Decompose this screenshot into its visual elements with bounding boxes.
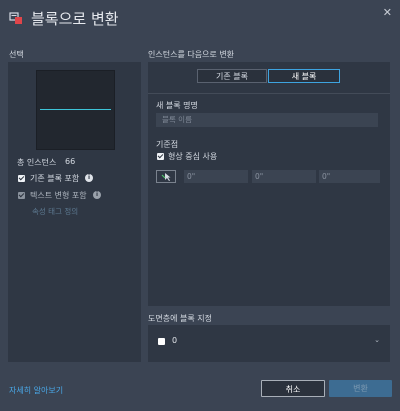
- convert-panel: 기존 블록 새 블록 새 블록 명명 블록 이름 기준점 형상 중심 사용 0"…: [148, 62, 390, 306]
- selection-panel: 총 인스턴스 66 기존 블록 포함 i 텍스트 변형 포함 i 속성 태그 정…: [8, 62, 141, 362]
- include-existing-blocks-label: 기존 블록 포함: [30, 174, 80, 183]
- info-icon[interactable]: i: [85, 174, 93, 182]
- pick-point-button[interactable]: [156, 170, 176, 183]
- layer-dropdown[interactable]: 0 ⌄: [155, 333, 383, 351]
- selection-label: 선택: [9, 50, 24, 59]
- chevron-down-icon: ⌄: [374, 336, 380, 344]
- convert-button[interactable]: 변환: [329, 380, 392, 397]
- info-icon[interactable]: i: [93, 191, 101, 199]
- layer-value: 0: [172, 336, 178, 345]
- learn-more-link[interactable]: 자세히 알아보기: [9, 385, 63, 396]
- use-geometry-center-label: 형상 중심 사용: [168, 152, 218, 161]
- include-text-conversion-label: 텍스트 변형 포함: [30, 191, 87, 200]
- tab-existing-block[interactable]: 기존 블록: [197, 69, 267, 83]
- divider: [148, 93, 390, 94]
- base-point-y-input[interactable]: 0": [252, 170, 316, 183]
- use-geometry-center-checkbox[interactable]: [157, 153, 164, 160]
- layer-color-swatch: [158, 338, 165, 345]
- tab-new-block[interactable]: 새 블록: [268, 69, 340, 83]
- base-point-x-input[interactable]: 0": [184, 170, 248, 183]
- block-name-label: 새 블록 명명: [156, 101, 198, 110]
- include-existing-blocks-checkbox[interactable]: [18, 175, 25, 182]
- assign-layer-label: 도면층에 블록 지정: [148, 314, 212, 323]
- base-point-z-input[interactable]: 0": [319, 170, 380, 183]
- convert-to-block-icon: [9, 12, 22, 24]
- title-bar: 블록으로 변환 ✕: [0, 0, 400, 36]
- total-instances-label: 총 인스턴스: [17, 158, 57, 167]
- close-icon[interactable]: ✕: [383, 6, 392, 19]
- include-text-conversion-checkbox[interactable]: [18, 192, 25, 199]
- base-point-label: 기준점: [156, 140, 179, 149]
- block-preview: [36, 70, 115, 150]
- block-name-input[interactable]: 블록 이름: [156, 113, 378, 127]
- dialog-title: 블록으로 변환: [31, 10, 119, 28]
- total-instances-count: 66: [65, 157, 76, 166]
- cancel-button[interactable]: 취소: [261, 380, 325, 397]
- attribute-tag-definition-link[interactable]: 속성 태그 정의: [32, 206, 78, 217]
- convert-instances-label: 인스턴스를 다음으로 변환: [148, 50, 235, 59]
- pick-point-icon: [161, 173, 171, 181]
- layer-panel: 0 ⌄: [148, 325, 390, 362]
- preview-geometry-line: [40, 109, 111, 110]
